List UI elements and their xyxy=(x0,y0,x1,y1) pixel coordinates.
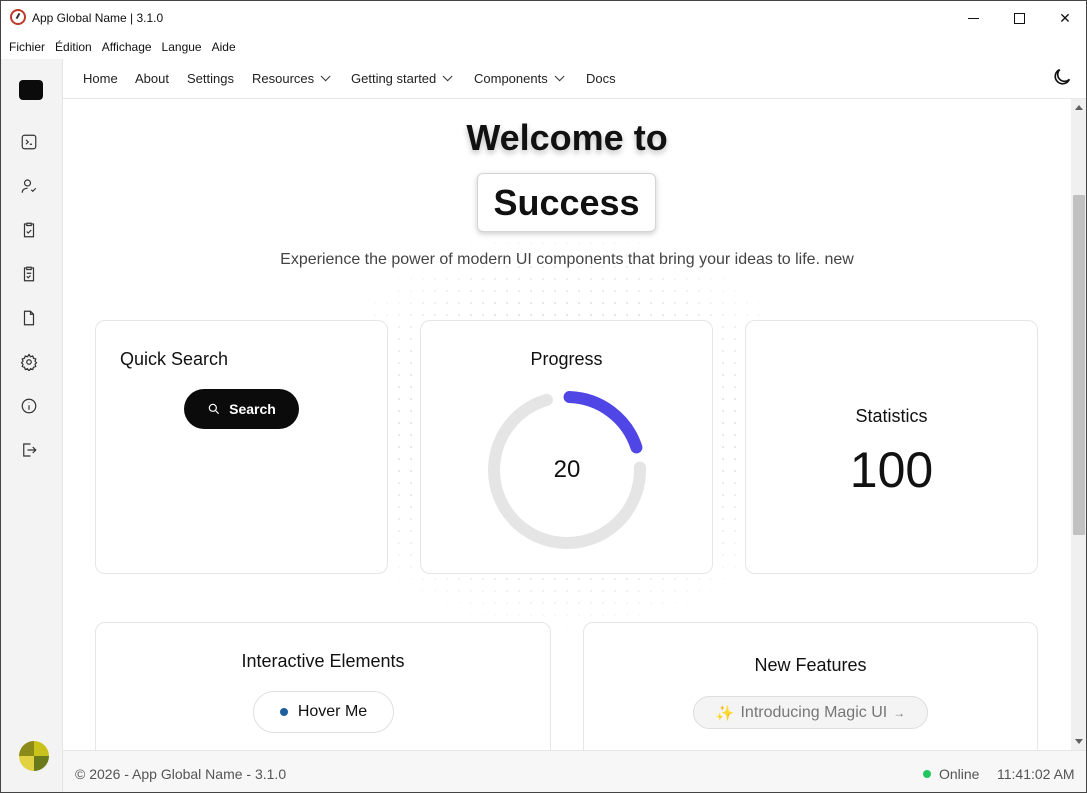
chevron-down-icon xyxy=(442,71,453,82)
menu-fichier[interactable]: Fichier xyxy=(9,40,45,54)
statistics-value: 100 xyxy=(849,442,934,498)
scrollbar-thumb[interactable] xyxy=(1073,195,1085,535)
minimize-icon xyxy=(967,17,979,19)
info-icon[interactable] xyxy=(20,397,38,415)
hero-title: Welcome to xyxy=(466,117,668,158)
nav-settings-label: Settings xyxy=(187,71,234,86)
statistics-card: Statistics 100 xyxy=(745,320,1038,574)
close-icon: ✕ xyxy=(1059,9,1071,26)
hero-subtitle: Experience the power of modern UI compon… xyxy=(280,251,854,268)
nav-home-label: Home xyxy=(83,71,118,86)
scroll-up-icon[interactable] xyxy=(1075,105,1083,110)
card-title: Interactive Elements xyxy=(241,651,405,671)
footer-clock: 11:41:02 AM xyxy=(997,766,1075,782)
app-clock-icon xyxy=(10,9,26,25)
terminal-icon[interactable] xyxy=(20,133,38,151)
nav-about[interactable]: About xyxy=(135,71,169,86)
progress-card: Progress 20 xyxy=(420,320,713,574)
nav-resources[interactable]: Resources xyxy=(252,71,331,86)
logout-icon[interactable] xyxy=(20,441,38,459)
title-bar: App Global Name | 3.1.0 ✕ xyxy=(1,1,1086,35)
card-title: Progress xyxy=(530,349,603,369)
top-nav: Home About Settings Resources Getting st… xyxy=(63,59,1086,99)
moon-icon xyxy=(1054,68,1071,85)
user-check-icon[interactable] xyxy=(20,177,38,195)
nav-settings[interactable]: Settings xyxy=(187,71,234,86)
clipboard-list-icon[interactable] xyxy=(20,265,38,283)
status-dot-icon xyxy=(923,770,931,778)
nav-docs[interactable]: Docs xyxy=(586,71,616,86)
menu-edition[interactable]: Édition xyxy=(55,40,92,54)
nav-components[interactable]: Components xyxy=(474,71,565,86)
settings-icon[interactable] xyxy=(20,353,38,371)
maximize-button[interactable] xyxy=(996,1,1042,35)
quick-search-card: Quick Search Search xyxy=(95,320,388,574)
magic-ui-label: Introducing Magic UI xyxy=(740,703,888,721)
search-button[interactable]: Search xyxy=(184,389,299,429)
menu-aide[interactable]: Aide xyxy=(212,40,236,54)
chevron-down-icon xyxy=(554,71,565,82)
search-button-label: Search xyxy=(229,401,276,417)
scrollbar[interactable] xyxy=(1071,99,1086,750)
progress-value: 20 xyxy=(553,456,581,483)
file-icon[interactable] xyxy=(20,309,38,327)
footer: © 2026 - App Global Name - 3.1.0 Online … xyxy=(63,750,1086,792)
connection-status: Online xyxy=(923,766,979,782)
close-button[interactable]: ✕ xyxy=(1042,1,1086,35)
nav-home[interactable]: Home xyxy=(83,71,118,86)
maximize-icon xyxy=(1013,12,1025,24)
footer-copyright: © 2026 - App Global Name - 3.1.0 xyxy=(75,766,287,782)
sparkles-icon: ✨ xyxy=(715,704,735,722)
new-features-card: New Features ✨ Introducing Magic UI → xyxy=(583,622,1038,750)
hero-highlight: Success xyxy=(477,173,656,232)
nav-resources-label: Resources xyxy=(252,71,315,86)
chevron-down-icon xyxy=(320,71,331,82)
theme-toggle-button[interactable] xyxy=(1051,66,1075,90)
window-title: App Global Name | 3.1.0 xyxy=(32,11,164,25)
arrow-right-icon: → xyxy=(893,705,906,720)
menu-affichage[interactable]: Affichage xyxy=(102,40,152,54)
progress-gauge: 20 xyxy=(484,387,650,553)
magic-ui-pill[interactable]: ✨ Introducing Magic UI → xyxy=(693,696,928,729)
card-title: Statistics xyxy=(855,406,928,426)
menu-bar: Fichier Édition Affichage Langue Aide xyxy=(1,35,246,59)
minimize-button[interactable] xyxy=(950,1,996,35)
nav-getting-started[interactable]: Getting started xyxy=(351,71,453,86)
nav-about-label: About xyxy=(135,71,169,86)
sidebar xyxy=(1,59,63,792)
app-window: App Global Name | 3.1.0 ✕ Fichier Éditio… xyxy=(0,0,1087,793)
card-title: New Features xyxy=(754,655,867,675)
main-content: Welcome to Success Experience the power … xyxy=(63,99,1071,750)
hover-me-label: Hover Me xyxy=(297,703,368,720)
interactive-elements-card: Interactive Elements Hover Me xyxy=(95,622,551,750)
dot-icon xyxy=(279,708,288,716)
menu-langue[interactable]: Langue xyxy=(162,40,202,54)
scroll-down-icon[interactable] xyxy=(1075,739,1083,744)
card-title: Quick Search xyxy=(120,349,229,369)
status-label: Online xyxy=(939,766,980,782)
search-icon xyxy=(208,403,220,415)
nav-components-label: Components xyxy=(474,71,548,86)
user-avatar[interactable] xyxy=(19,741,49,771)
hover-me-button[interactable]: Hover Me xyxy=(253,691,394,733)
nav-docs-label: Docs xyxy=(586,71,616,86)
app-logo[interactable] xyxy=(19,80,43,100)
nav-getting-started-label: Getting started xyxy=(351,71,437,86)
clipboard-check-icon[interactable] xyxy=(20,221,38,239)
